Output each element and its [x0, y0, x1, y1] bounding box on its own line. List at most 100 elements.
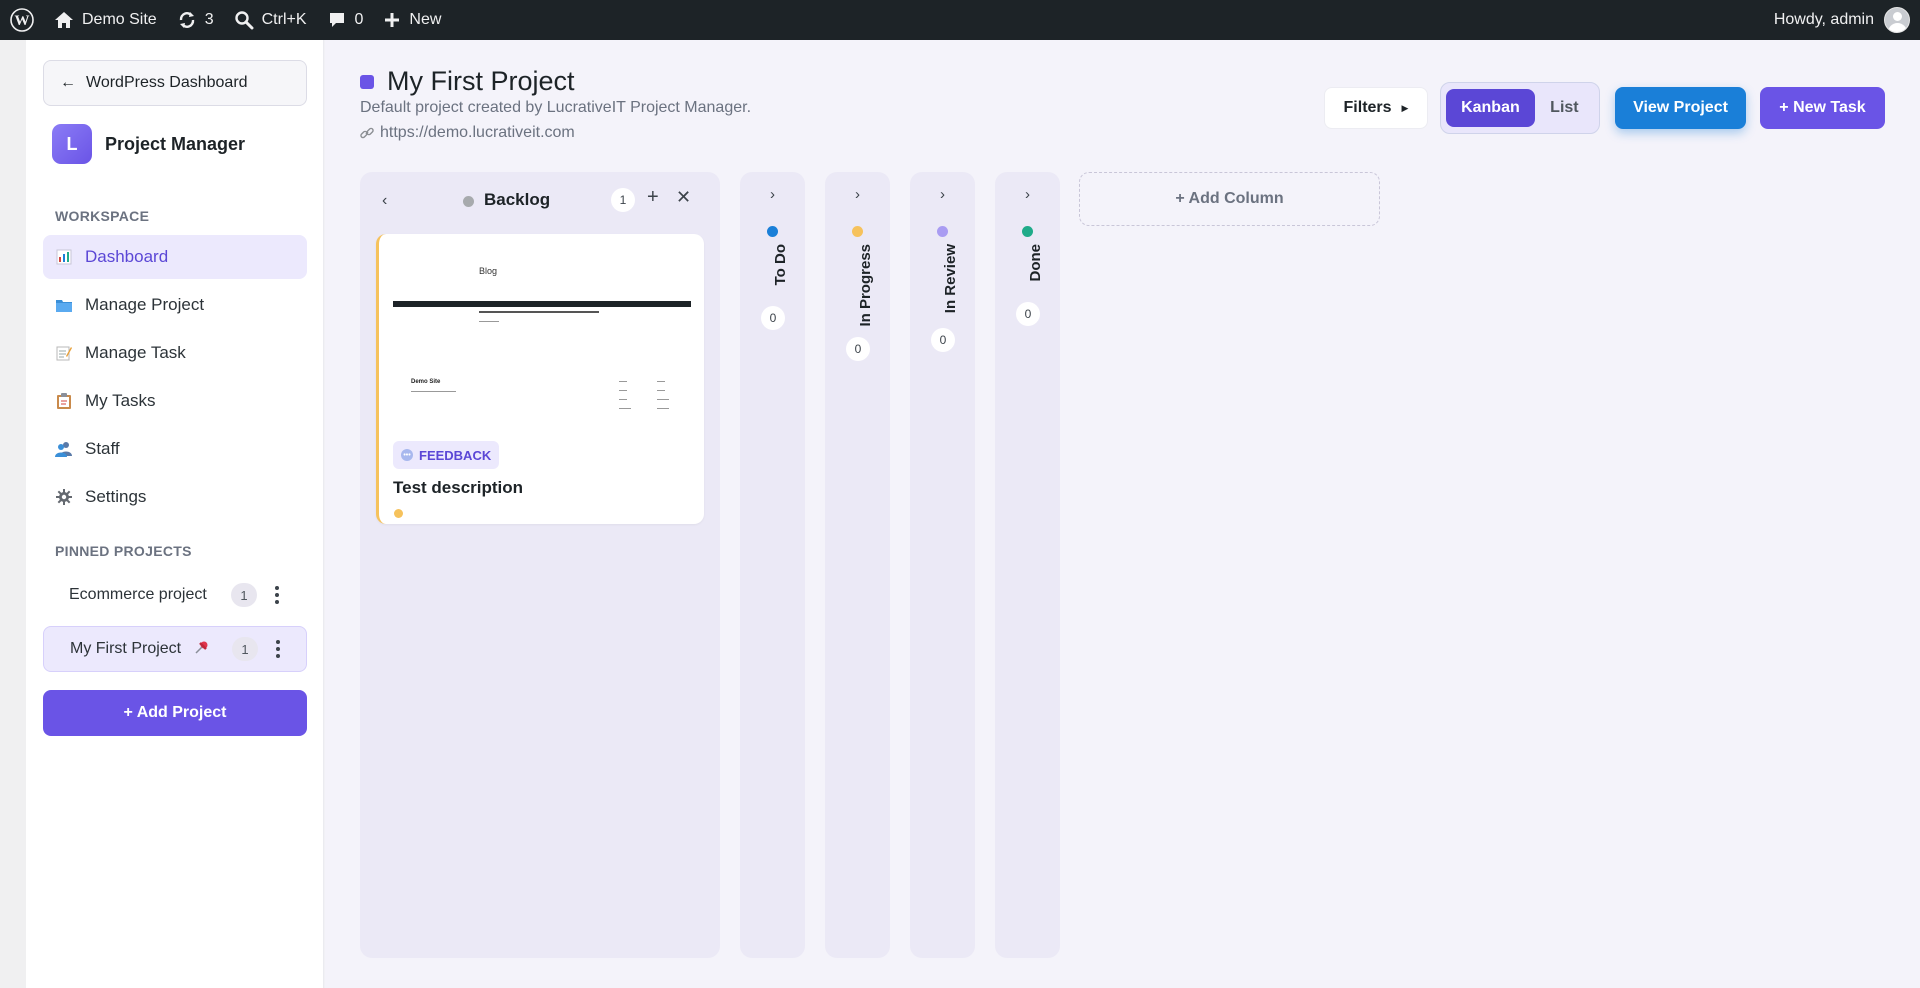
- updates-link[interactable]: 3: [167, 0, 224, 40]
- expand-column-chevron-icon[interactable]: ›: [910, 186, 975, 203]
- comment-icon: [329, 13, 344, 27]
- brand: L Project Manager: [52, 124, 245, 164]
- comments-count: 0: [354, 11, 364, 28]
- nav-label: Staff: [85, 439, 120, 458]
- task-title: Test description: [393, 478, 524, 497]
- column-status-dot: [852, 226, 863, 237]
- caret-right-icon: ▶: [1401, 102, 1409, 113]
- column-task-count: 0: [931, 328, 955, 352]
- new-label: New: [409, 11, 442, 28]
- search-link[interactable]: Ctrl+K: [224, 0, 317, 40]
- column-task-count: 0: [846, 337, 870, 361]
- new-task-button[interactable]: + New Task: [1760, 87, 1885, 129]
- expand-column-chevron-icon[interactable]: ›: [825, 186, 890, 203]
- updates-icon: [179, 12, 194, 28]
- nav-item-settings[interactable]: Settings: [43, 475, 307, 519]
- gear-icon: [55, 488, 73, 506]
- add-project-button[interactable]: + Add Project: [43, 690, 307, 736]
- page-title: My First Project: [387, 66, 575, 96]
- link-icon: [360, 127, 374, 139]
- site-name-link[interactable]: Demo Site: [44, 0, 167, 40]
- people-icon: [55, 440, 73, 458]
- kanban-column-done[interactable]: › Done 0: [995, 172, 1060, 958]
- updates-count: 3: [204, 11, 214, 28]
- nav-item-staff[interactable]: Staff: [43, 427, 307, 471]
- workspace-label: WORKSPACE: [55, 208, 150, 224]
- kanban-view-button[interactable]: Kanban: [1446, 89, 1535, 127]
- nav-label: Dashboard: [85, 247, 169, 266]
- kanban-column-in-progress[interactable]: › In Progress 0: [825, 172, 890, 958]
- sidebar: ← WordPress Dashboard L Project Manager …: [26, 40, 324, 988]
- filters-label: Filters: [1343, 99, 1392, 116]
- kanban-column-todo[interactable]: › To Do 0: [740, 172, 805, 958]
- pinned-project-item[interactable]: Ecommerce project 1: [43, 572, 307, 618]
- task-card[interactable]: Blog Demo Site ••• FEEDBACK Test descrip…: [376, 234, 704, 524]
- column-task-count: 0: [1016, 302, 1040, 326]
- nav-label: Manage Task: [85, 343, 186, 362]
- clipboard-icon: [55, 392, 73, 410]
- nav-item-dashboard[interactable]: Dashboard: [43, 235, 307, 279]
- kanban-column-backlog: ‹ Backlog 1 + ✕ Blog Demo Site ••• FEEDB…: [360, 172, 720, 958]
- collapse-column-chevron-icon[interactable]: ‹: [382, 192, 387, 210]
- wordpress-logo-button[interactable]: W: [0, 0, 44, 40]
- more-vertical-icon[interactable]: [271, 583, 283, 607]
- view-toggle: Kanban List: [1440, 82, 1600, 134]
- speech-bubble-icon: •••: [401, 449, 413, 461]
- column-task-count: 0: [761, 306, 785, 330]
- plus-icon: [385, 13, 400, 27]
- nav-item-my-tasks[interactable]: My Tasks: [43, 379, 307, 423]
- project-description: Default project created by LucrativeIT P…: [360, 99, 752, 116]
- brand-name: Project Manager: [105, 133, 246, 154]
- pinned-project-count: 1: [232, 637, 258, 661]
- filters-button[interactable]: Filters ▶: [1324, 87, 1428, 129]
- pinned-projects-label: PINNED PROJECTS: [55, 543, 192, 559]
- project-url-link[interactable]: https://demo.lucrativeit.com: [360, 124, 575, 142]
- nav-label: Settings: [85, 487, 147, 506]
- pushpin-icon: [195, 640, 209, 659]
- site-name: Demo Site: [82, 11, 157, 28]
- bar-chart-icon: [55, 248, 73, 266]
- memo-icon: [55, 344, 73, 362]
- back-to-dashboard-button[interactable]: ← WordPress Dashboard: [43, 60, 307, 106]
- new-content-link[interactable]: New: [373, 0, 451, 40]
- add-task-plus-icon[interactable]: +: [647, 186, 659, 209]
- column-title: In Progress: [857, 244, 874, 327]
- pinned-project-count: 1: [231, 583, 257, 607]
- task-thumbnail-image: Blog Demo Site: [393, 244, 693, 434]
- column-title: In Review: [942, 244, 959, 314]
- search-icon: [234, 11, 254, 30]
- nav-label: My Tasks: [85, 391, 156, 410]
- priority-dot: [394, 509, 403, 518]
- column-status-dot: [1022, 226, 1033, 237]
- add-column-button[interactable]: + Add Column: [1079, 172, 1380, 226]
- brand-logo: L: [52, 124, 92, 164]
- kanban-column-in-review[interactable]: › In Review 0: [910, 172, 975, 958]
- expand-column-chevron-icon[interactable]: ›: [740, 186, 805, 203]
- close-icon[interactable]: ✕: [676, 187, 691, 208]
- project-color-dot: [360, 74, 374, 89]
- pinned-project-item[interactable]: My First Project 1: [43, 626, 307, 672]
- column-status-dot: [937, 226, 948, 237]
- expand-column-chevron-icon[interactable]: ›: [995, 186, 1060, 203]
- nav-item-manage-project[interactable]: Manage Project: [43, 283, 307, 327]
- column-title: Done: [1027, 244, 1044, 282]
- column-status-dot: [463, 196, 474, 207]
- more-vertical-icon[interactable]: [272, 637, 284, 661]
- comments-link[interactable]: 0: [317, 0, 374, 40]
- avatar: [1884, 7, 1910, 33]
- nav-item-manage-task[interactable]: Manage Task: [43, 331, 307, 375]
- arrow-left-icon: ←: [60, 74, 76, 91]
- list-view-button[interactable]: List: [1535, 89, 1594, 127]
- account-menu[interactable]: Howdy, admin: [1764, 0, 1920, 40]
- folder-icon: [55, 296, 73, 314]
- pinned-project-name: Ecommerce project: [69, 586, 207, 603]
- home-icon: [55, 12, 73, 28]
- column-title: To Do: [772, 244, 789, 286]
- badge-label: FEEDBACK: [419, 447, 492, 463]
- task-type-badge: ••• FEEDBACK: [393, 441, 500, 469]
- column-title: Backlog: [484, 190, 551, 209]
- pinned-project-name: My First Project: [70, 640, 182, 657]
- thumbnail-title: Blog: [479, 266, 498, 276]
- view-project-button[interactable]: View Project: [1615, 87, 1746, 129]
- thumbnail-site-name: Demo Site: [411, 379, 441, 385]
